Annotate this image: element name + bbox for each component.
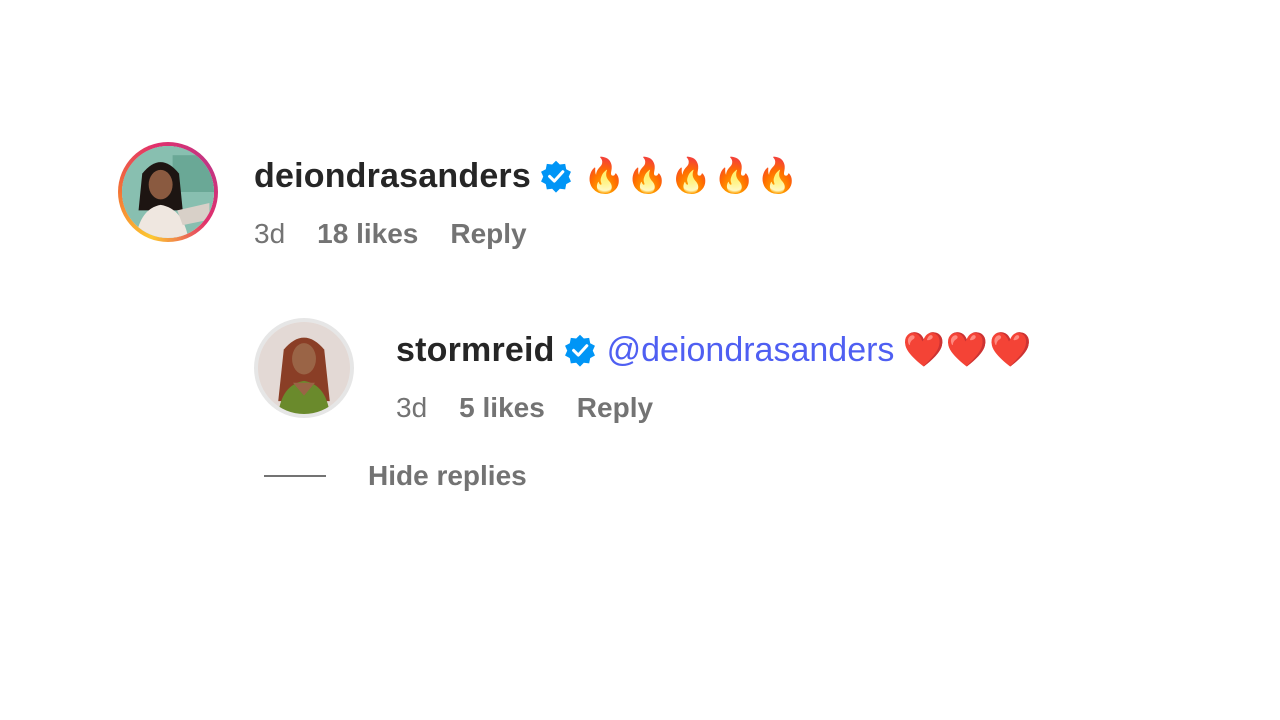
mention-link[interactable]: @deiondrasanders xyxy=(607,331,895,370)
verified-badge-icon xyxy=(563,333,597,367)
thread-divider xyxy=(264,475,326,477)
avatar-portrait-icon xyxy=(122,146,214,238)
likes-count[interactable]: 5 likes xyxy=(459,392,545,424)
fire-emoji: 🔥 xyxy=(756,156,800,195)
username-link[interactable]: stormreid xyxy=(396,331,555,370)
timestamp: 3d xyxy=(254,218,286,249)
avatar[interactable] xyxy=(118,142,218,242)
fire-emoji: 🔥 xyxy=(626,156,670,195)
avatar-portrait-icon xyxy=(258,322,350,414)
reply-body: stormreid @deiondrasanders ❤️❤️❤️ 3d 5 l… xyxy=(396,328,1032,424)
verified-badge-icon xyxy=(539,159,573,193)
username-link[interactable]: deiondrasanders xyxy=(254,157,531,196)
red-heart-emoji: ❤️ xyxy=(902,330,946,369)
avatar-photo xyxy=(258,322,350,414)
likes-count[interactable]: 18 likes xyxy=(317,218,418,250)
reply-button[interactable]: Reply xyxy=(450,218,526,250)
reply-meta: 3d 5 likes Reply xyxy=(396,392,1032,424)
comment-meta: 3d 18 likes Reply xyxy=(254,218,800,250)
hide-replies-label: Hide replies xyxy=(368,460,527,491)
fire-emoji: 🔥 xyxy=(669,156,714,195)
fire-emoji: 🔥 xyxy=(582,156,627,195)
red-heart-emoji: ❤️ xyxy=(945,330,990,369)
comment-body: deiondrasanders 🔥🔥🔥🔥🔥 3d 18 likes Reply xyxy=(254,154,800,250)
comment-thread: deiondrasanders 🔥🔥🔥🔥🔥 3d 18 likes Reply xyxy=(0,0,1280,720)
avatar-photo xyxy=(122,146,214,238)
reply-text: ❤️❤️❤️ xyxy=(902,331,1032,370)
comment-text: 🔥🔥🔥🔥🔥 xyxy=(583,157,800,196)
fire-emoji: 🔥 xyxy=(713,156,757,195)
hide-replies-button[interactable]: Hide replies xyxy=(264,460,527,492)
red-heart-emoji: ❤️ xyxy=(989,330,1033,369)
reply-button[interactable]: Reply xyxy=(577,392,653,424)
comment-line: deiondrasanders 🔥🔥🔥🔥🔥 xyxy=(254,154,800,198)
avatar[interactable] xyxy=(254,318,354,418)
reply-line: stormreid @deiondrasanders ❤️❤️❤️ xyxy=(396,328,1032,372)
timestamp: 3d xyxy=(396,392,428,423)
